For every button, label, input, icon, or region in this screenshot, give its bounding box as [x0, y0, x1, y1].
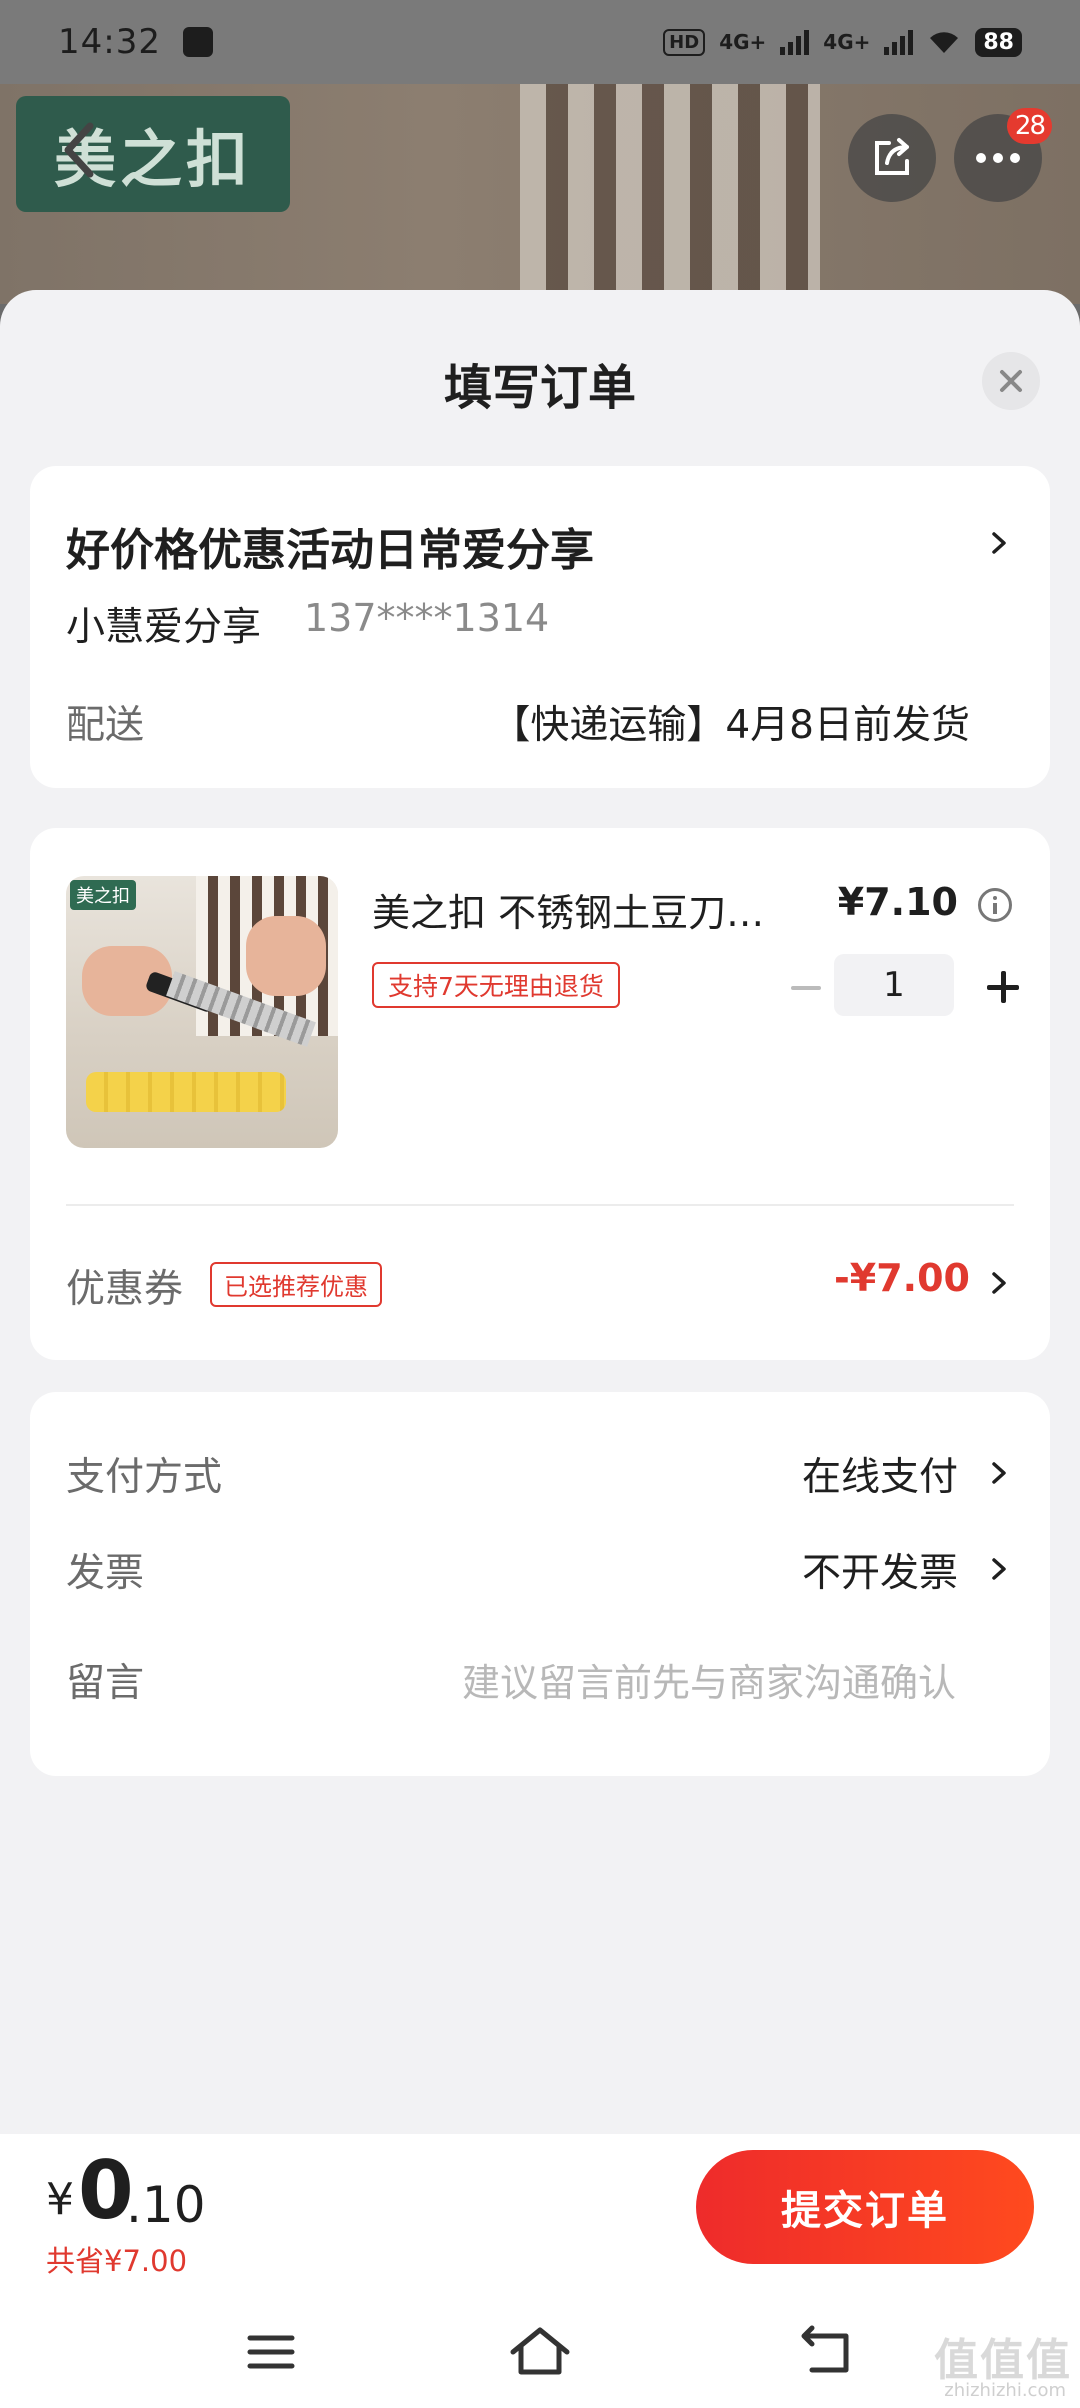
- coupon-selected-tag: 已选推荐优惠: [210, 1262, 382, 1307]
- share-button[interactable]: [848, 114, 936, 202]
- delivery-label: 配送: [66, 703, 145, 748]
- battery-indicator: 88: [975, 27, 1022, 57]
- back-button[interactable]: [36, 106, 124, 194]
- watermark-url: zhizhizhi.com: [944, 2380, 1066, 2401]
- wifi-icon: [930, 32, 959, 53]
- product-image[interactable]: 美之扣: [66, 876, 338, 1148]
- payment-method-label: 支付方式: [66, 1455, 223, 1500]
- network-label-2: 4G+: [823, 30, 871, 54]
- submit-order-button[interactable]: 提交订单: [696, 2150, 1034, 2264]
- payment-card: 支付方式 在线支付 发票 不开发票 留言 建议留言前先与商家沟通确认: [30, 1392, 1050, 1776]
- info-icon[interactable]: [978, 888, 1012, 922]
- more-dots-icon: [976, 153, 1020, 163]
- watermark-logo: 值值值: [934, 2335, 1072, 2386]
- signal-icon: [884, 29, 914, 55]
- status-time: 14:32: [58, 22, 161, 62]
- status-icons: HD 4G+ 4G+ 88: [663, 27, 1022, 57]
- signal-icon: [780, 29, 810, 55]
- coupon-value[interactable]: -¥7.00: [834, 1256, 970, 1300]
- quantity-increase-button[interactable]: [972, 956, 1034, 1018]
- system-navigation-bar: 值值值 zhizhizhi.com: [0, 2304, 1080, 2408]
- coupon-label: 优惠券: [66, 1267, 184, 1312]
- return-policy-tag: 支持7天无理由退货: [372, 962, 620, 1008]
- share-icon: [875, 138, 909, 175]
- address-title: 好价格优惠活动日常爱分享: [66, 525, 594, 576]
- address-card[interactable]: 好价格优惠活动日常爱分享 小慧爱分享 137****1314 配送 【快递运输】…: [30, 466, 1050, 788]
- invoice-label: 发票: [66, 1551, 145, 1596]
- notification-badge: 28: [1006, 108, 1052, 144]
- payment-method-value[interactable]: 在线支付: [802, 1446, 958, 1502]
- message-notification-icon: [182, 27, 213, 57]
- invoice-value[interactable]: 不开发票: [802, 1542, 958, 1598]
- order-sheet: 填写订单 好价格优惠活动日常爱分享 小慧爱分享 137****1314 配送 【…: [0, 290, 1080, 2134]
- chevron-left-icon: [64, 122, 94, 178]
- chevron-right-icon: [992, 532, 1006, 554]
- menu-icon[interactable]: [236, 2322, 306, 2382]
- close-button[interactable]: [982, 352, 1040, 410]
- goods-card: 美之扣 美之扣 不锈钢土豆刀… ¥7.10 支持7天无理由退货 1 优惠券 已选…: [30, 828, 1050, 1360]
- product-name[interactable]: 美之扣 不锈钢土豆刀…: [372, 882, 872, 937]
- chevron-right-icon[interactable]: [988, 1462, 1010, 1484]
- minus-icon: [791, 986, 821, 990]
- product-hero-background: 美之扣 28: [0, 84, 1080, 304]
- page-title: 填写订单: [443, 360, 636, 416]
- close-icon: [1000, 370, 1022, 392]
- back-icon[interactable]: [790, 2322, 860, 2382]
- hd-indicator: HD: [663, 28, 706, 56]
- product-price: ¥7.10: [837, 880, 958, 924]
- product-image-logo: 美之扣: [70, 880, 136, 910]
- more-button[interactable]: 28: [954, 108, 1052, 202]
- note-label: 留言: [66, 1661, 145, 1706]
- note-input[interactable]: 建议留言前先与商家沟通确认: [462, 1652, 956, 1707]
- divider: [66, 1204, 1014, 1206]
- saved-amount: 共省¥7.00: [46, 2244, 188, 2278]
- recipient-phone: 137****1314: [304, 596, 550, 640]
- status-bar: 14:32 HD 4G+ 4G+ 88: [0, 0, 1080, 84]
- delivery-value: 【快递运输】4月8日前发货: [491, 703, 970, 748]
- quantity-decrease-button[interactable]: [776, 958, 836, 1018]
- total-currency: ¥: [46, 2174, 74, 2225]
- chevron-right-icon[interactable]: [988, 1558, 1010, 1580]
- recipient-name: 小慧爱分享: [66, 605, 262, 650]
- chevron-right-icon[interactable]: [988, 1272, 1010, 1294]
- network-label-1: 4G+: [719, 30, 767, 54]
- total-amount-decimal: .10: [126, 2176, 206, 2234]
- quantity-input[interactable]: 1: [834, 954, 954, 1016]
- hero-apron-stripes: [520, 84, 820, 304]
- home-icon[interactable]: [505, 2322, 575, 2382]
- checkout-bar: ¥ 0 .10 共省¥7.00 提交订单: [0, 2134, 1080, 2304]
